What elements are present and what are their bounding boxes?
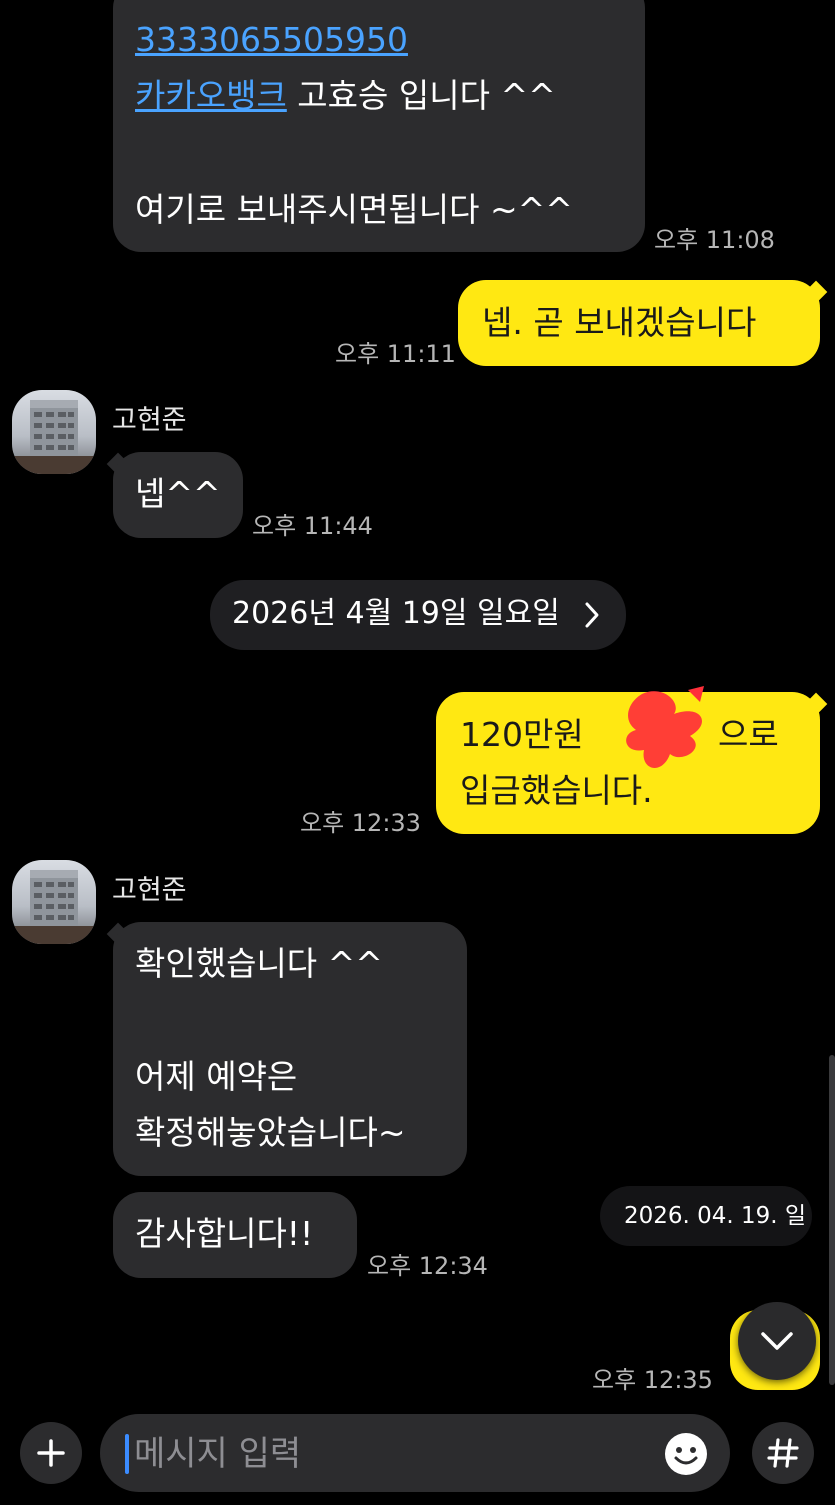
message-text: 넵^^: [135, 474, 221, 513]
chevron-down-icon: [759, 1328, 795, 1358]
message-bubble-incoming[interactable]: 확인했습니다 ^^ 어제 예약은 확정해놓았습니다~: [113, 922, 467, 1176]
avatar[interactable]: [12, 390, 96, 474]
sender-name: 고현준: [112, 875, 187, 906]
message-text: 고효승 입니다 ^^: [286, 76, 556, 115]
message-time: 오후 11:44: [252, 512, 373, 540]
message-time: 오후 11:08: [654, 226, 775, 254]
building-photo-icon: [12, 870, 96, 944]
hashtag-icon: [766, 1436, 800, 1474]
message-bubble-incoming[interactable]: 감사합니다!!: [113, 1192, 357, 1278]
plus-icon: [36, 1438, 66, 1472]
redaction-scribble: [626, 686, 704, 768]
message-bubble-outgoing[interactable]: 120만원 으로 입금했습니다.: [436, 686, 820, 834]
message-text: 확정해놓았습니다~: [135, 1113, 406, 1152]
message-input[interactable]: [132, 1424, 656, 1484]
sender-name: 고현준: [112, 405, 187, 436]
account-number-link[interactable]: 3333065505950: [135, 20, 408, 59]
message-text: 여기로 보내주시면됩니다 ~^^: [135, 190, 573, 229]
message-bubble-incoming[interactable]: 넵^^: [113, 452, 243, 538]
hashtag-button[interactable]: [752, 1422, 814, 1484]
text-cursor: [125, 1434, 129, 1474]
add-button[interactable]: [20, 1422, 82, 1484]
message-time: 오후 12:34: [367, 1252, 488, 1280]
message-bubble-incoming[interactable]: 3333065505950 카카오뱅크 고효승 입니다 ^^ 여기로 보내주시면…: [113, 0, 645, 252]
message-text: 어제 예약은: [135, 1057, 298, 1096]
date-divider-label: 2026년 4월 19일 일요일: [232, 596, 560, 631]
message-bubble-outgoing[interactable]: 넵. 곧 보내겠습니다: [458, 280, 820, 366]
message-text: 120만원: [460, 715, 584, 754]
scrollbar[interactable]: [829, 1055, 835, 1385]
date-tooltip-label: 2026. 04. 19. 일: [624, 1203, 807, 1229]
message-text: 확인했습니다 ^^: [135, 944, 383, 983]
message-time: 오후 12:35: [592, 1366, 713, 1394]
emoji-icon[interactable]: [662, 1430, 710, 1482]
message-input-container[interactable]: [100, 1414, 730, 1492]
message-time: 오후 12:33: [300, 809, 421, 837]
building-photo-icon: [12, 400, 96, 474]
bank-link[interactable]: 카카오뱅크: [135, 76, 287, 115]
message-text: 으로: [718, 715, 779, 754]
message-time: 오후 11:11: [335, 340, 456, 368]
chevron-right-icon: [582, 600, 602, 634]
scroll-to-bottom-button[interactable]: [738, 1302, 816, 1380]
message-text: 감사합니다!!: [135, 1214, 314, 1253]
message-text: 넵. 곧 보내겠습니다: [482, 303, 757, 342]
date-tooltip: 2026. 04. 19. 일: [600, 1186, 812, 1246]
date-divider[interactable]: 2026년 4월 19일 일요일: [210, 580, 626, 650]
avatar[interactable]: [12, 860, 96, 944]
